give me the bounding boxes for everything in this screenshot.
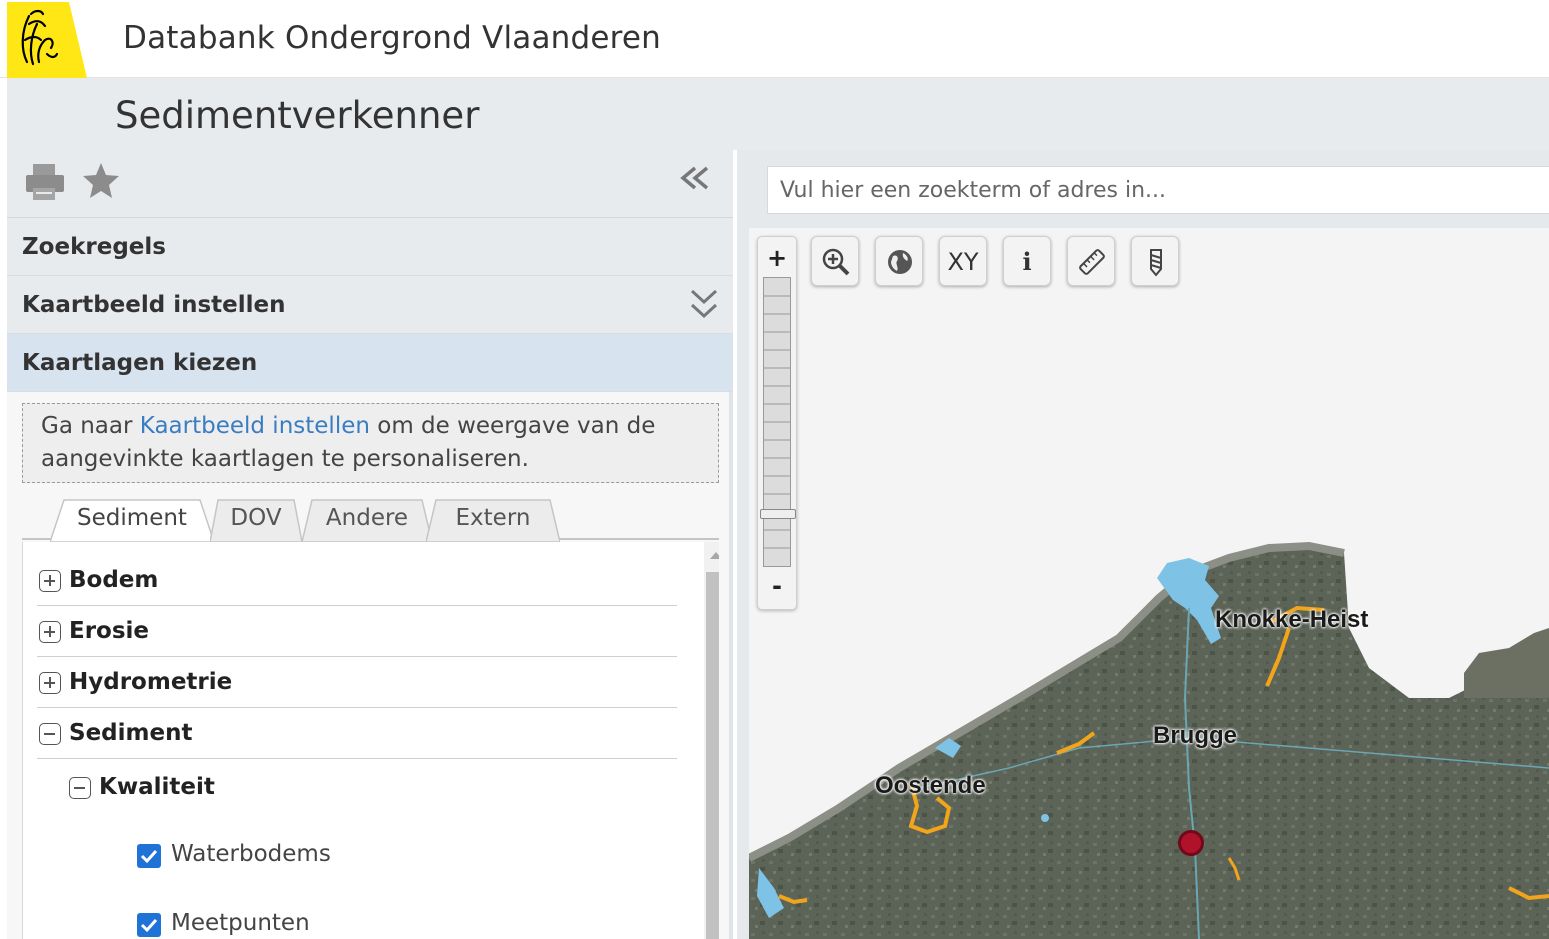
search-input[interactable] [767, 166, 1549, 214]
globe-icon [888, 250, 912, 274]
site-header: Databank Ondergrond Vlaanderen [0, 0, 1549, 78]
tab-sediment[interactable]: Sediment [50, 498, 214, 542]
expand-icon[interactable] [39, 672, 61, 694]
drill-core-icon [1150, 249, 1162, 277]
tree-group-sediment: Sediment [37, 708, 677, 759]
section-label: Kaartbeeld instellen [22, 292, 286, 318]
layer-checkbox[interactable] [137, 844, 161, 868]
xy-coordinates-button[interactable]: XY [939, 236, 987, 286]
zoom-box-button[interactable] [811, 236, 859, 286]
tree-scrollbar[interactable] [704, 542, 719, 939]
map-canvas[interactable]: Knokke-Heist Brugge Oostende + - XY i [749, 228, 1549, 939]
zoom-in-button[interactable]: + [758, 241, 796, 277]
info-message: Ga naar Kaartbeeld instellen om de weerg… [22, 403, 719, 483]
section-kaartlagen-kiezen[interactable]: Kaartlagen kiezen [7, 334, 733, 392]
zoom-slider[interactable] [763, 277, 791, 567]
city-label-oostende: Oostende [875, 772, 986, 799]
app-title: Sedimentverkenner [115, 94, 480, 137]
scroll-thumb[interactable] [706, 572, 719, 939]
tree-label[interactable]: Hydrometrie [69, 669, 232, 695]
layer-waterbodems: Waterbodems [37, 827, 677, 878]
tree-group-erosie: Erosie [37, 606, 677, 657]
zoom-slider-handle[interactable] [760, 509, 796, 519]
zoom-out-button[interactable]: - [758, 569, 796, 605]
section-label: Kaartlagen kiezen [22, 350, 258, 376]
tree-group-bodem: Bodem [37, 555, 677, 606]
city-label-knokke: Knokke-Heist [1215, 606, 1369, 633]
tab-dov[interactable]: DOV [210, 498, 302, 542]
tab-extern[interactable]: Extern [426, 498, 560, 542]
layer-checkbox[interactable] [137, 913, 161, 937]
tree-label[interactable]: Sediment [69, 720, 192, 746]
star-icon[interactable] [79, 158, 123, 204]
checkmark-icon [140, 849, 158, 864]
zoom-control: + - [757, 236, 797, 610]
tab-label: Extern [455, 505, 531, 531]
zoom-box-icon [822, 248, 850, 276]
expand-icon[interactable] [39, 621, 61, 643]
panel-toolbar [7, 150, 733, 218]
layer-label[interactable]: Waterbodems [171, 841, 331, 867]
layer-tabs: Sediment DOV Andere Extern [22, 494, 719, 542]
scroll-up-arrow[interactable] [710, 552, 719, 559]
map-area: Knokke-Heist Brugge Oostende + [737, 150, 1549, 939]
tree-label[interactable]: Kwaliteit [99, 774, 215, 800]
collapse-icon[interactable] [69, 777, 91, 799]
map-imagery [749, 541, 1549, 939]
section-label: Zoekregels [22, 234, 166, 260]
layer-tree: Bodem Erosie Hydrometrie Sediment Kwalit… [22, 542, 719, 939]
checkmark-icon [140, 918, 158, 933]
measure-ruler-icon [1079, 249, 1105, 275]
measure-button[interactable] [1067, 236, 1115, 286]
layer-meetpunten: Meetpunten [37, 896, 677, 939]
tree-group-hydrometrie: Hydrometrie [37, 657, 677, 708]
tab-andere[interactable]: Andere [302, 498, 432, 542]
vlaanderen-logo[interactable] [7, 2, 87, 78]
tree-label[interactable]: Bodem [69, 567, 158, 593]
site-title[interactable]: Databank Ondergrond Vlaanderen [123, 20, 661, 56]
kaartbeeld-instellen-link[interactable]: Kaartbeeld instellen [140, 413, 370, 439]
location-marker[interactable] [1178, 830, 1204, 856]
double-chevron-down-icon [690, 289, 718, 319]
tab-label: DOV [230, 505, 282, 531]
xy-label: XY [947, 248, 979, 276]
drill-core-button[interactable] [1131, 236, 1179, 286]
tree-label[interactable]: Erosie [69, 618, 149, 644]
collapse-panel-button[interactable] [675, 160, 715, 200]
info-button[interactable]: i [1003, 236, 1051, 286]
section-zoekregels[interactable]: Zoekregels [7, 218, 733, 276]
city-label-brugge: Brugge [1153, 722, 1237, 749]
info-prefix: Ga naar [41, 413, 140, 439]
app-bar: Sedimentverkenner [7, 78, 1549, 150]
collapse-icon[interactable] [39, 723, 61, 745]
expand-icon[interactable] [39, 570, 61, 592]
double-chevron-left-icon [680, 166, 709, 190]
section-kaartbeeld-instellen[interactable]: Kaartbeeld instellen [7, 276, 733, 334]
info-icon: i [1022, 247, 1032, 276]
tree-subgroup-kwaliteit: Kwaliteit [37, 762, 677, 813]
globe-button[interactable] [875, 236, 923, 286]
print-icon[interactable] [23, 158, 67, 204]
tab-label: Sediment [77, 505, 187, 531]
side-panel: Zoekregels Kaartbeeld instellen Kaartlag… [7, 150, 733, 939]
tab-label: Andere [325, 505, 409, 531]
layer-label[interactable]: Meetpunten [171, 910, 310, 936]
